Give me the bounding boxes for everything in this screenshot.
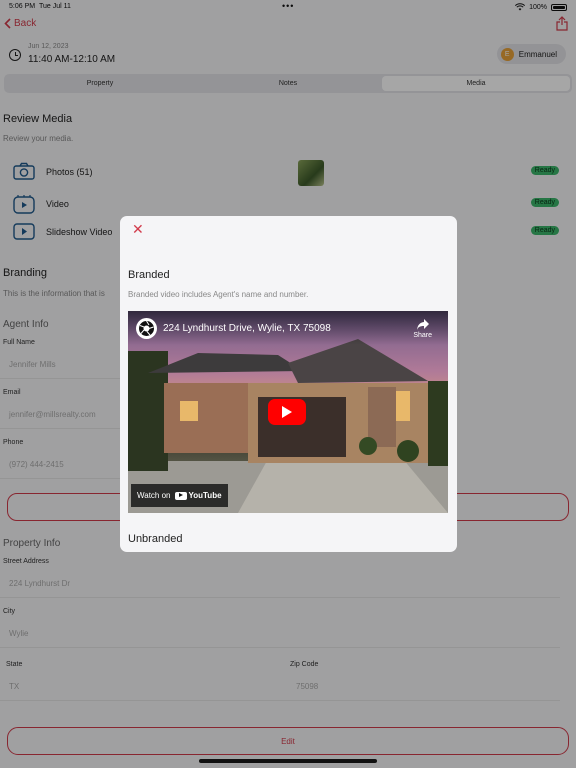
play-icon <box>282 406 292 418</box>
video-share-button[interactable]: Share <box>413 319 432 339</box>
youtube-label: YouTube <box>188 491 222 500</box>
video-share-label: Share <box>413 332 432 339</box>
youtube-icon <box>174 491 187 500</box>
watch-on-youtube-button[interactable]: Watch on YouTube <box>131 484 228 507</box>
channel-logo-icon[interactable] <box>136 318 157 339</box>
branded-description: Branded video includes Agent's name and … <box>128 290 309 299</box>
close-icon[interactable]: ✕ <box>132 222 144 236</box>
unbranded-title: Unbranded <box>128 533 183 545</box>
video-modal: ✕ Branded Branded video includes Agent's… <box>120 216 457 552</box>
watch-on-label: Watch on <box>137 491 171 500</box>
share-arrow-icon <box>416 319 429 330</box>
video-title[interactable]: 224 Lyndhurst Drive, Wylie, TX 75098 <box>163 323 331 334</box>
home-indicator[interactable] <box>199 759 377 763</box>
youtube-logo: YouTube <box>174 491 222 500</box>
play-button[interactable] <box>268 399 306 425</box>
video-player[interactable]: 224 Lyndhurst Drive, Wylie, TX 75098 Sha… <box>128 311 448 513</box>
branded-title: Branded <box>128 269 170 281</box>
